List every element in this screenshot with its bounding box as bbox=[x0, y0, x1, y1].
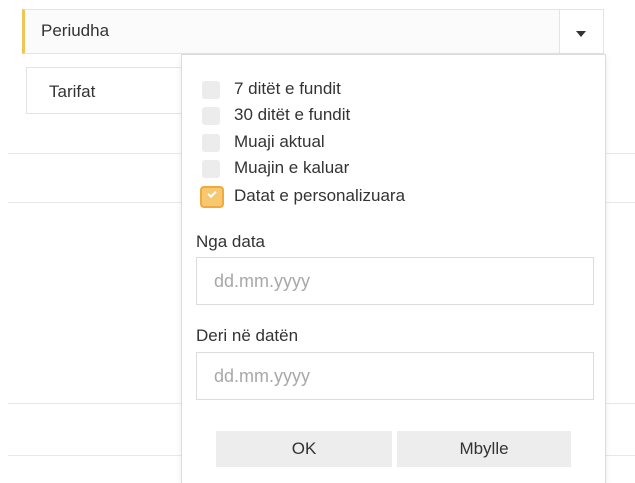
checkbox[interactable] bbox=[202, 160, 220, 178]
check-icon bbox=[207, 188, 217, 199]
close-button[interactable]: Mbylle bbox=[397, 431, 571, 467]
to-date-input[interactable] bbox=[196, 352, 594, 400]
period-select-label: Periudha bbox=[41, 21, 110, 40]
period-select[interactable]: Periudha bbox=[22, 9, 560, 54]
period-option-30-days[interactable]: 30 ditët e fundit bbox=[202, 105, 582, 127]
period-filter-screen: Periudha Tarifat 7 ditët e fundit 30 dit… bbox=[0, 0, 635, 483]
period-dropdown: 7 ditët e fundit 30 ditët e fundit Muaji… bbox=[181, 54, 606, 483]
checkbox-checked[interactable] bbox=[200, 186, 224, 208]
period-option-7-days[interactable]: 7 ditët e fundit bbox=[202, 79, 582, 101]
from-date-label: Nga data bbox=[196, 232, 265, 251]
checkbox[interactable] bbox=[202, 134, 220, 152]
period-option-label: Muaji aktual bbox=[234, 132, 325, 151]
to-date-label: Deri në datën bbox=[196, 326, 299, 345]
checkbox[interactable] bbox=[202, 81, 220, 99]
period-option-label: 30 ditët e fundit bbox=[234, 105, 351, 124]
period-option-label: Datat e personalizuara bbox=[234, 186, 406, 205]
period-option-current-month[interactable]: Muaji aktual bbox=[202, 132, 582, 154]
tariff-select-label: Tarifat bbox=[49, 82, 96, 101]
period-option-label: 7 ditët e fundit bbox=[234, 79, 341, 98]
period-option-last-month[interactable]: Muajin e kaluar bbox=[202, 158, 582, 180]
from-date-input[interactable] bbox=[196, 257, 594, 305]
period-toggle-button[interactable] bbox=[560, 9, 604, 54]
period-option-custom-dates[interactable]: Datat e personalizuara bbox=[200, 186, 582, 208]
period-option-label: Muajin e kaluar bbox=[234, 158, 350, 177]
ok-button[interactable]: OK bbox=[216, 431, 392, 467]
checkbox[interactable] bbox=[202, 107, 220, 125]
chevron-down-icon bbox=[576, 31, 586, 37]
